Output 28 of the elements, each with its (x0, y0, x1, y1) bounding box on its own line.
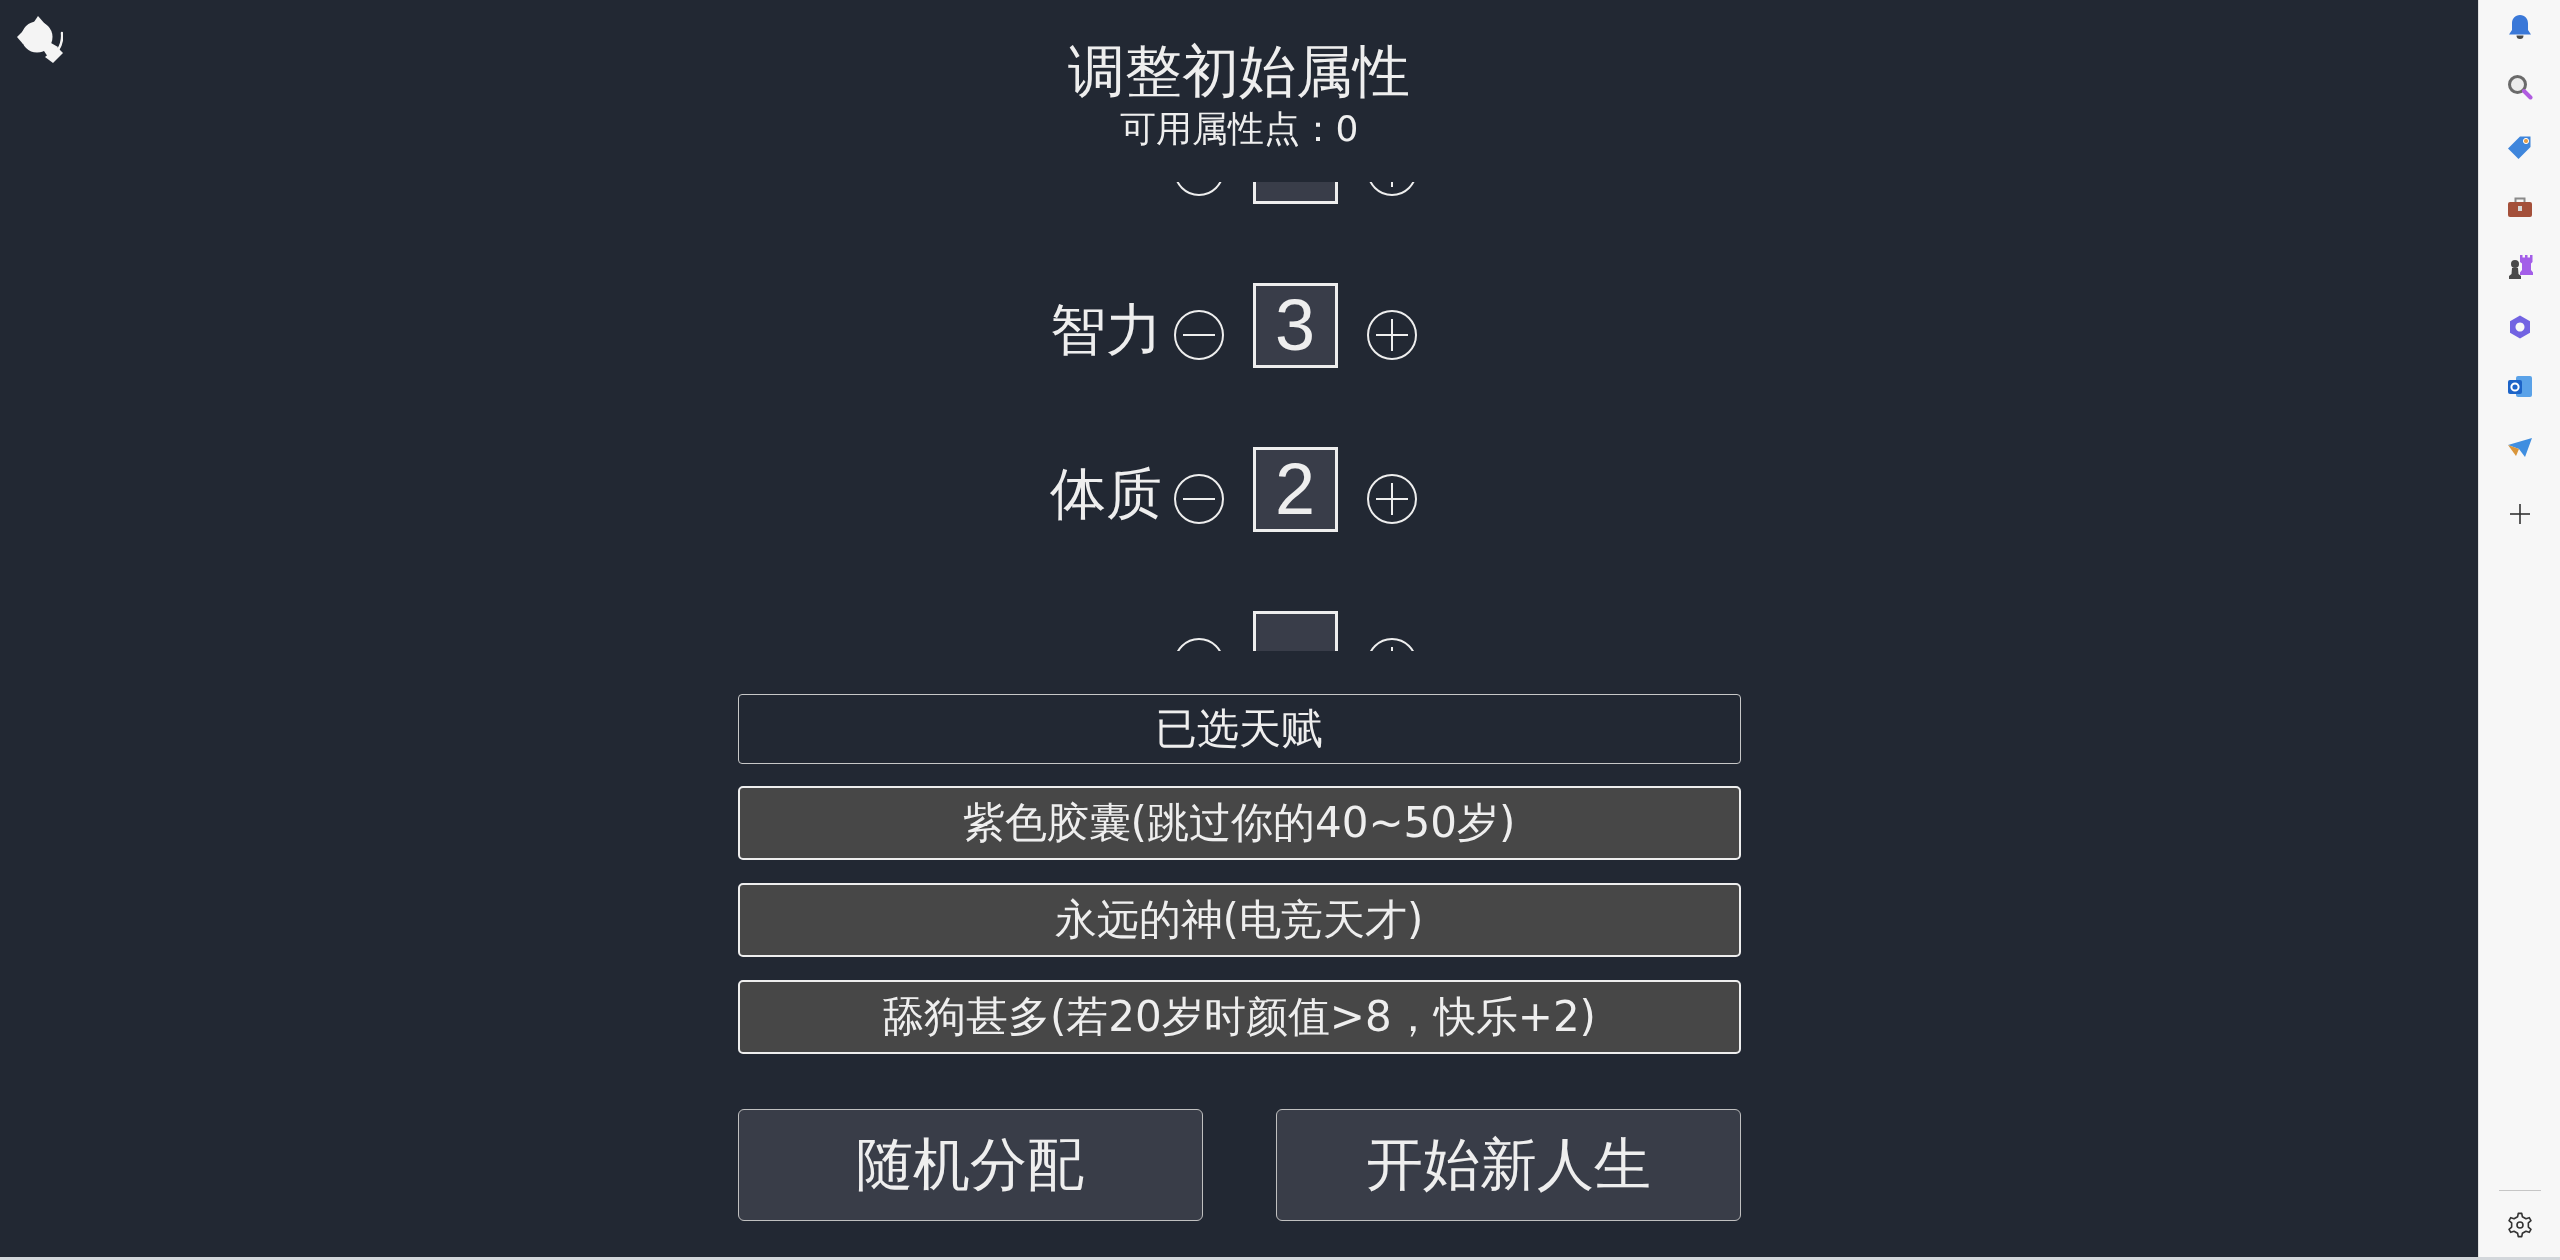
cat-icon[interactable] (17, 16, 63, 63)
available-points-text: 可用属性点：0 (1119, 109, 1359, 149)
action-button[interactable]: 开始新人生 (1275, 1109, 1741, 1221)
search-icon[interactable] (2506, 74, 2533, 100)
increase-button[interactable] (1366, 474, 1417, 524)
mail-icon[interactable] (2506, 374, 2533, 400)
talent-item: 紫色胶囊(跳过你的40~50岁) (737, 786, 1741, 860)
talent-item: 永远的神(电竞天才) (737, 883, 1741, 957)
plus-circle-icon (1366, 310, 1417, 360)
minus-circle-icon (1173, 310, 1224, 360)
increase-button[interactable] (1366, 310, 1417, 360)
settings-icon[interactable] (2506, 1212, 2533, 1238)
tag-icon[interactable] (2506, 134, 2533, 160)
action-button[interactable]: 随机分配 (737, 1109, 1203, 1221)
plus-circle-icon (1366, 474, 1417, 524)
talent-item: 舔狗甚多(若20岁时颜值>8，快乐+2) (737, 980, 1741, 1054)
chess-pieces-icon[interactable] (2506, 254, 2533, 280)
decrease-button[interactable] (1173, 310, 1224, 360)
attribute-label: 智力 (1049, 298, 1162, 362)
bell-icon[interactable] (2506, 14, 2533, 40)
decrease-button[interactable] (1173, 474, 1224, 524)
plus-icon[interactable] (2509, 504, 2530, 524)
page-title: 调整初始属性 (1068, 39, 1410, 103)
minus-circle-icon (1173, 474, 1224, 524)
value-field[interactable]: 2 (1252, 446, 1338, 532)
value-field[interactable]: 3 (1252, 282, 1338, 368)
attribute-label: 体质 (1049, 462, 1162, 526)
talent-section-header: 已选天赋 (737, 694, 1741, 764)
